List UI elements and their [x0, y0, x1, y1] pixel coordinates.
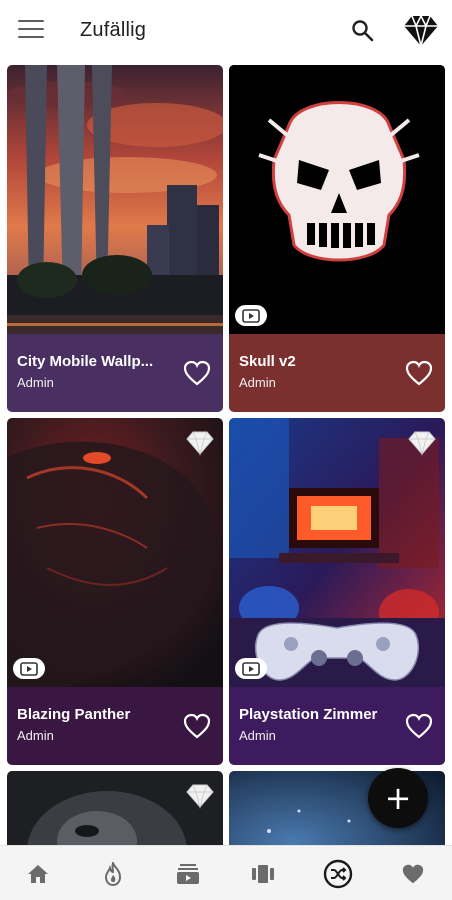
- card-title: Blazing Panther: [17, 706, 131, 723]
- wallpaper-thumbnail: [229, 418, 445, 687]
- wallpaper-card-panther[interactable]: Blazing Panther Admin: [7, 418, 223, 765]
- heart-icon[interactable]: [183, 713, 211, 739]
- card-author: Admin: [239, 728, 276, 743]
- wallpaper-thumbnail: [7, 65, 223, 334]
- card-footer: Playstation Zimmer Admin: [229, 687, 445, 765]
- diamond-icon[interactable]: [402, 14, 440, 48]
- card-author: Admin: [17, 375, 54, 390]
- heart-icon[interactable]: [405, 713, 433, 739]
- video-badge-icon: [235, 658, 267, 679]
- wallpaper-card-partial-left[interactable]: [7, 771, 223, 845]
- premium-gem-icon: [407, 430, 437, 456]
- heart-icon[interactable]: [183, 360, 211, 386]
- card-author: Admin: [239, 375, 276, 390]
- nav-favorite-icon[interactable]: [375, 846, 450, 900]
- card-title: City Mobile Wallp...: [17, 353, 154, 370]
- premium-gem-icon: [185, 430, 215, 456]
- nav-shuffle-icon[interactable]: [300, 846, 375, 900]
- nav-flame-icon[interactable]: [75, 846, 150, 900]
- wallpaper-thumbnail: [7, 771, 223, 845]
- bottom-navigation: [0, 845, 452, 900]
- wallpaper-card-skull[interactable]: Skull v2 Admin: [229, 65, 445, 412]
- nav-collections-icon[interactable]: [150, 846, 225, 900]
- card-footer: Skull v2 Admin: [229, 334, 445, 412]
- add-fab-button[interactable]: +: [368, 768, 428, 828]
- plus-icon: +: [384, 779, 412, 817]
- wallpaper-card-playstation[interactable]: Playstation Zimmer Admin: [229, 418, 445, 765]
- menu-icon[interactable]: [18, 20, 44, 42]
- wallpaper-card-city[interactable]: City Mobile Wallp... Admin: [7, 65, 223, 412]
- nav-home-icon[interactable]: [0, 846, 75, 900]
- premium-gem-icon: [185, 783, 215, 809]
- video-badge-icon: [235, 305, 267, 326]
- heart-icon[interactable]: [405, 360, 433, 386]
- page-title: Zufällig: [80, 19, 147, 41]
- card-title: Skull v2: [239, 353, 296, 370]
- wallpaper-thumbnail: [229, 65, 445, 334]
- search-icon[interactable]: [350, 18, 376, 44]
- card-footer: Blazing Panther Admin: [7, 687, 223, 765]
- wallpaper-thumbnail: [7, 418, 223, 687]
- card-author: Admin: [17, 728, 54, 743]
- card-footer: City Mobile Wallp... Admin: [7, 334, 223, 412]
- app-bar: Zufällig: [0, 0, 452, 62]
- wallpaper-grid: City Mobile Wallp... Admin Skull v2 Admi…: [0, 62, 452, 845]
- card-title: Playstation Zimmer: [239, 706, 378, 723]
- nav-cards-icon[interactable]: [225, 846, 300, 900]
- video-badge-icon: [13, 658, 45, 679]
